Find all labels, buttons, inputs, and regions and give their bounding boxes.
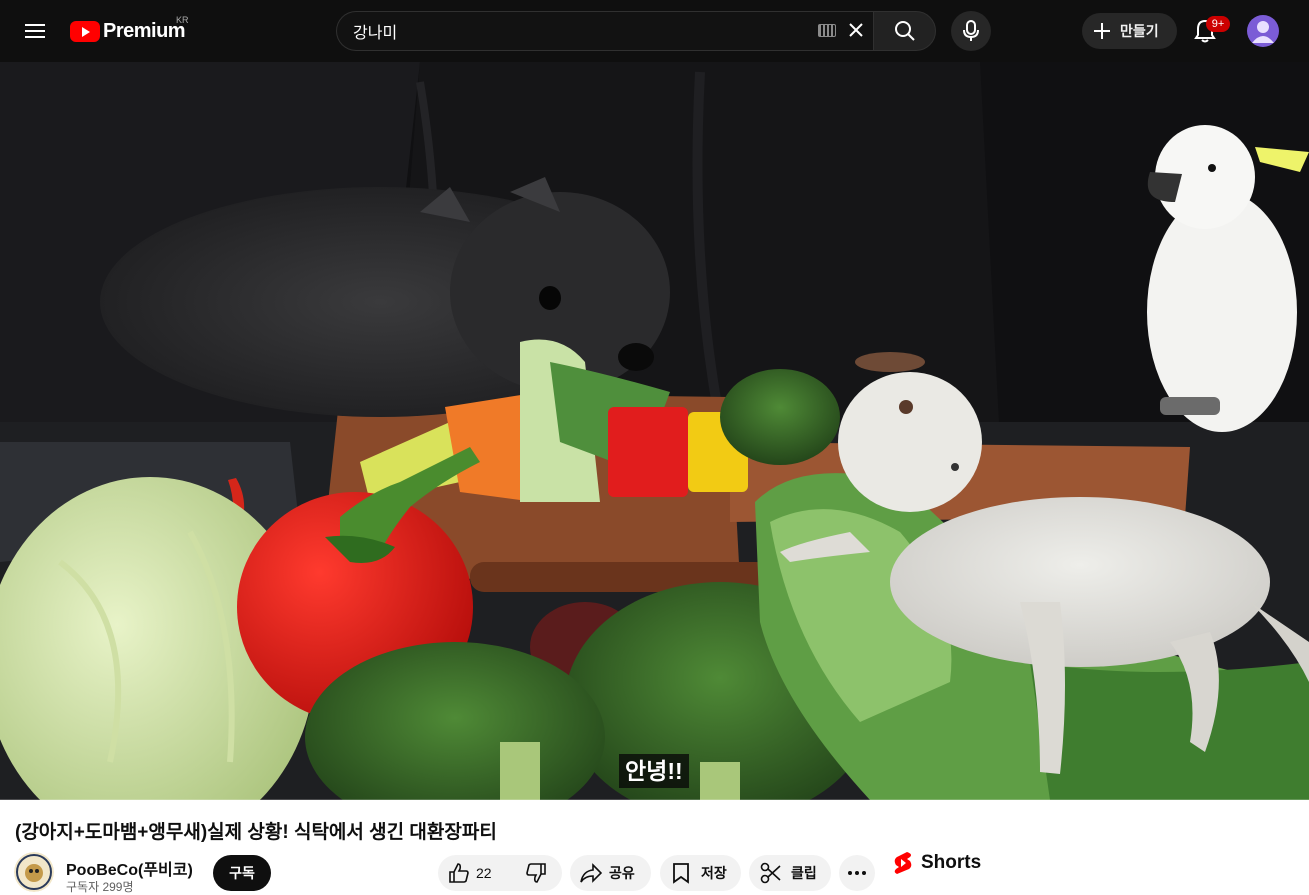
like-button[interactable]: 22 — [438, 855, 510, 891]
search-input[interactable] — [353, 12, 813, 50]
share-icon — [580, 863, 602, 883]
video-player[interactable] — [0, 62, 1309, 800]
channel-logo-icon — [14, 852, 54, 892]
video-progress-bar[interactable] — [0, 799, 1309, 802]
more-actions-button[interactable] — [839, 855, 875, 891]
hamburger-icon — [25, 24, 45, 38]
logo-text: Premium — [103, 19, 186, 42]
clip-label: 클립 — [791, 865, 817, 881]
channel-name[interactable]: PooBeCo(푸비코) — [66, 856, 193, 880]
subscriber-count: 구독자 299명 — [66, 880, 134, 894]
close-icon — [849, 23, 863, 37]
search-icon — [894, 21, 915, 41]
clear-search-button[interactable] — [843, 17, 869, 43]
channel-avatar[interactable] — [14, 852, 54, 892]
video-title: (강아지+도마뱀+앵무새)실제 상황! 식탁에서 생긴 대환장파티 — [15, 822, 497, 843]
save-label: 저장 — [701, 865, 727, 881]
voice-search-button[interactable] — [951, 11, 991, 51]
shorts-icon — [894, 852, 912, 874]
more-horizontal-icon — [848, 871, 866, 875]
bookmark-icon — [673, 863, 689, 884]
top-bar: Premium KR 만들기 9+ — [0, 0, 1309, 62]
thumbs-down-icon — [526, 863, 546, 883]
scissors-icon — [760, 862, 781, 884]
search-button[interactable] — [873, 11, 936, 51]
like-count: 22 — [476, 865, 492, 881]
video-caption: 안녕!! — [619, 754, 689, 788]
microphone-icon — [963, 20, 979, 41]
search-box — [336, 11, 874, 51]
keyboard-icon[interactable] — [818, 24, 836, 37]
dislike-button[interactable] — [510, 855, 562, 891]
region-code: KR — [176, 15, 189, 25]
share-label: 공유 — [609, 865, 635, 881]
shorts-label: Shorts — [921, 852, 982, 873]
youtube-play-icon — [70, 20, 100, 42]
menu-button[interactable] — [15, 11, 55, 51]
shorts-link[interactable]: Shorts — [893, 850, 981, 876]
subscribe-button[interactable]: 구독 — [213, 855, 271, 891]
save-button[interactable]: 저장 — [660, 855, 741, 891]
user-icon — [1252, 21, 1274, 43]
create-label: 만들기 — [1120, 23, 1159, 39]
create-button[interactable]: 만들기 — [1082, 13, 1177, 49]
plus-icon — [1094, 23, 1110, 39]
share-button[interactable]: 공유 — [570, 855, 651, 891]
youtube-premium-logo[interactable]: Premium KR — [70, 15, 189, 45]
video-frame — [0, 62, 1309, 800]
clip-button[interactable]: 클립 — [749, 855, 831, 891]
thumbs-up-icon — [449, 863, 469, 883]
notification-badge: 9+ — [1206, 16, 1230, 32]
account-avatar[interactable] — [1247, 15, 1279, 47]
